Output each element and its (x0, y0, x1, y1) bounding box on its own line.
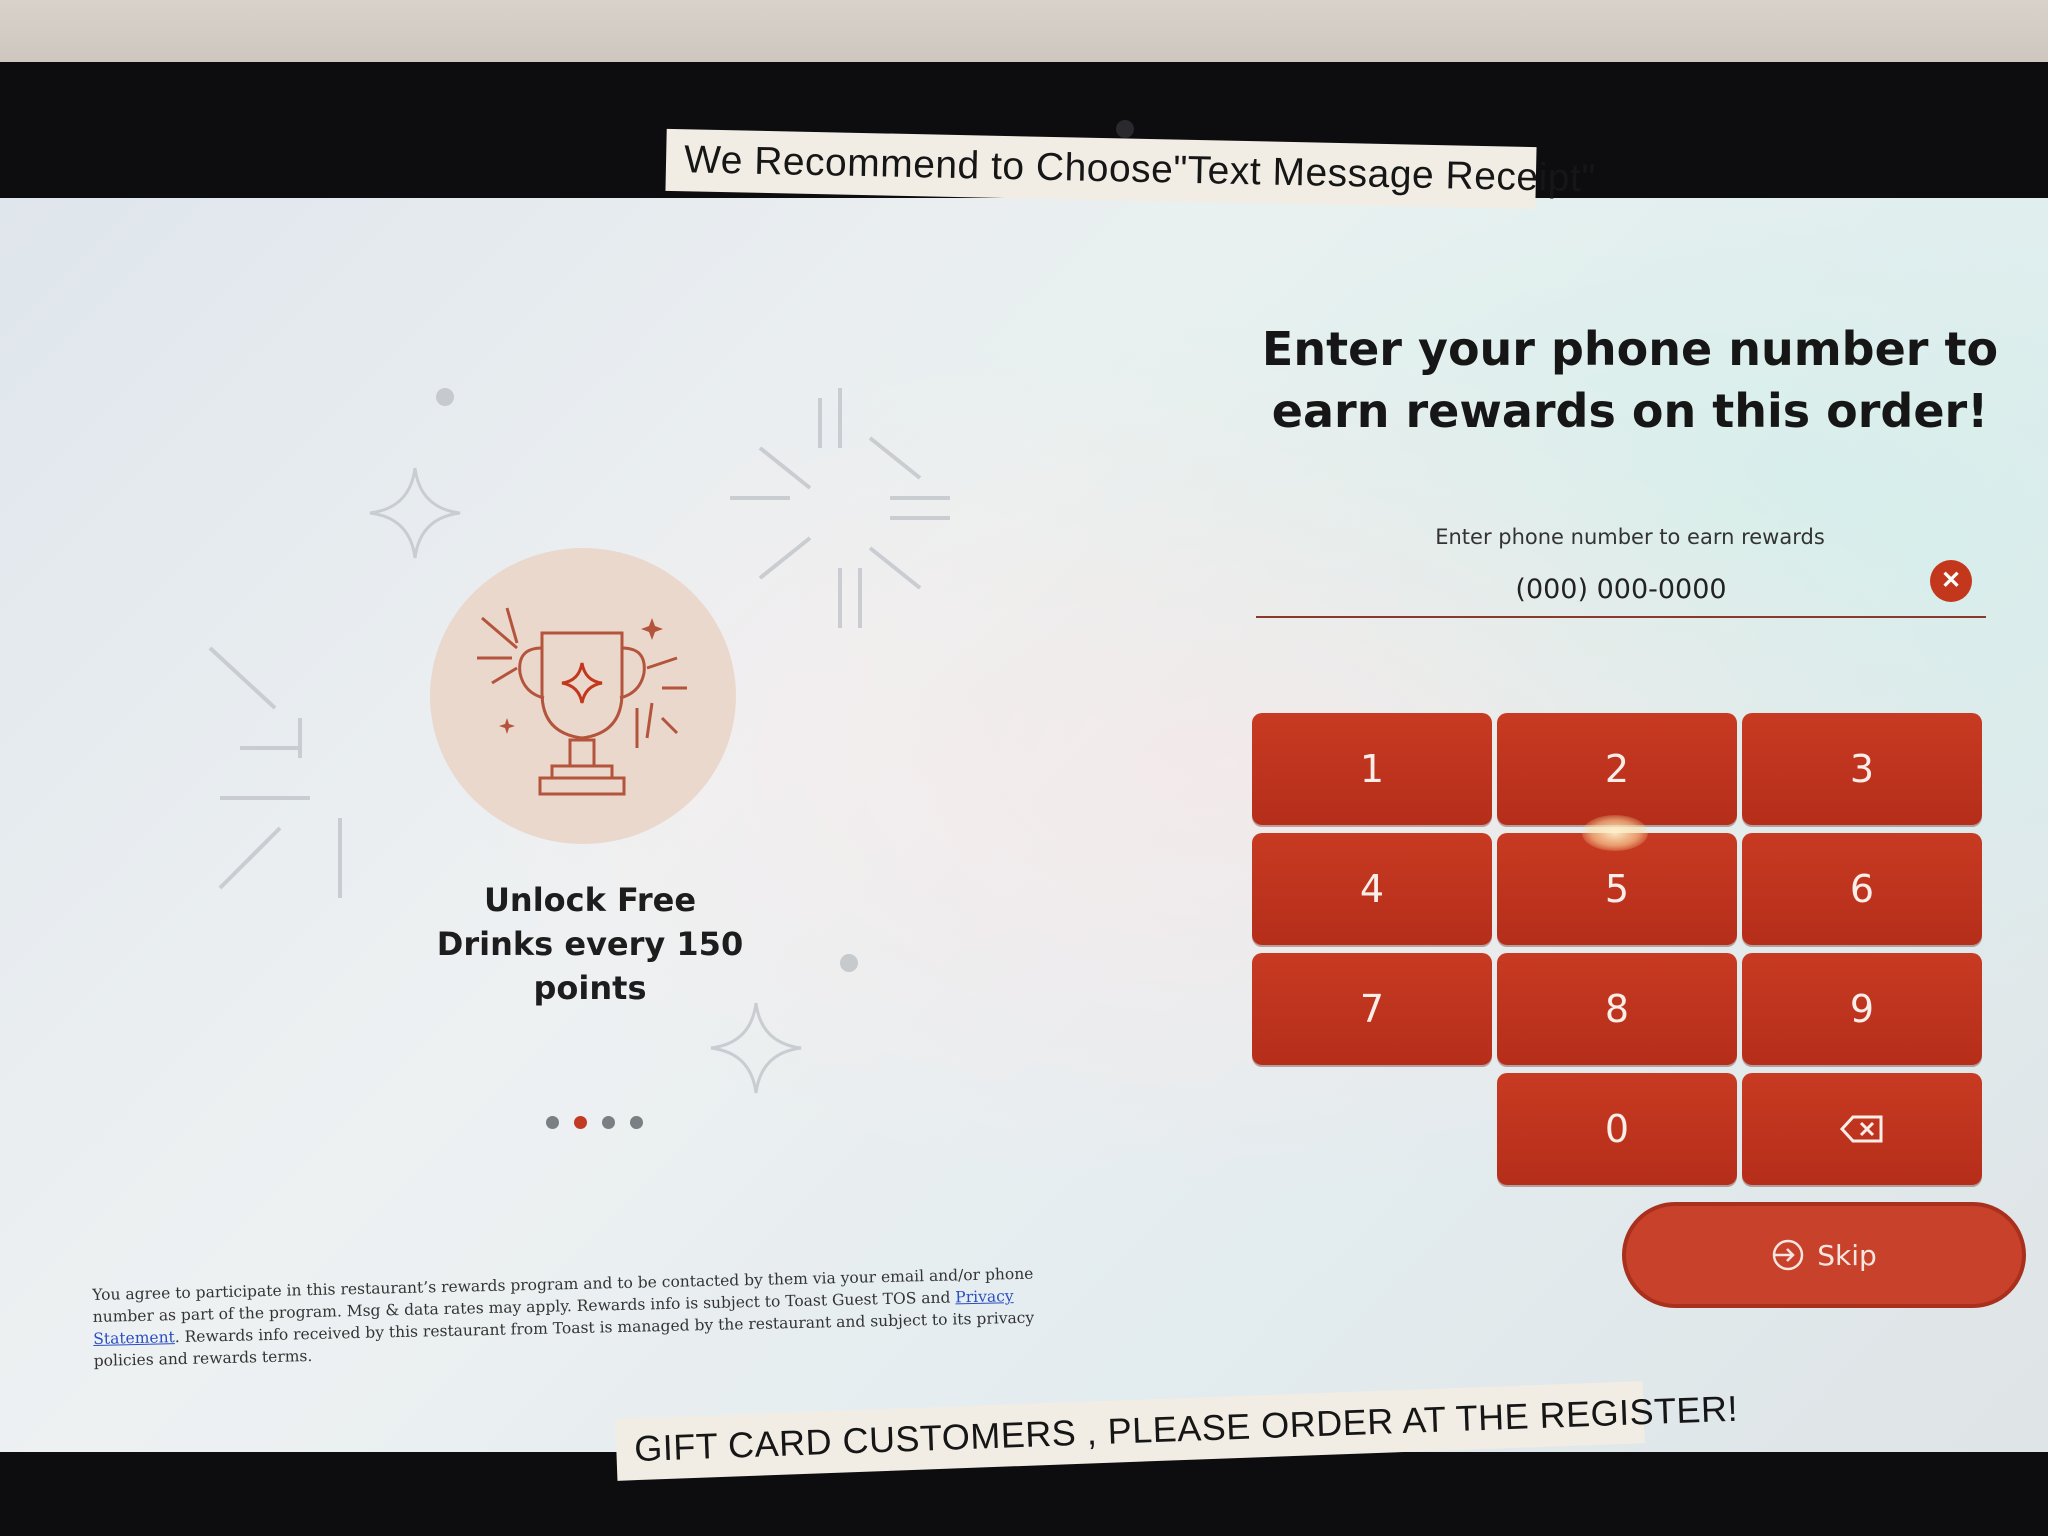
sparkle-decoration-icon (710, 1002, 802, 1094)
key-6[interactable]: 6 (1742, 833, 1982, 945)
phone-field-label: Enter phone number to earn rewards (1435, 525, 1825, 549)
burst-decoration-icon (208, 646, 342, 898)
sparkle-decoration-icon (369, 467, 461, 559)
decoration-dot (840, 954, 858, 972)
trophy-icon (477, 607, 687, 796)
carousel-dot[interactable] (602, 1116, 615, 1129)
kiosk-screen: Unlock Free Drinks every 150 points Ente… (0, 198, 2048, 1452)
key-3[interactable]: 3 (1742, 713, 1982, 825)
page-title: Enter your phone number to earn rewards … (1261, 322, 1999, 438)
sign-in-arrow-icon (1772, 1239, 1804, 1271)
key-8[interactable]: 8 (1497, 953, 1737, 1065)
skip-button[interactable]: Skip (1622, 1202, 2026, 1308)
backspace-button[interactable] (1742, 1073, 1982, 1185)
key-2[interactable]: 2 (1497, 713, 1737, 825)
key-7[interactable]: 7 (1252, 953, 1492, 1065)
backspace-icon (1839, 1115, 1883, 1143)
key-4[interactable]: 4 (1252, 833, 1492, 945)
phone-input[interactable] (1256, 562, 1986, 618)
carousel-indicator[interactable] (546, 1116, 643, 1129)
promo-text: Unlock Free Drinks every 150 points (436, 881, 744, 1007)
clear-input-button[interactable]: ✕ (1930, 560, 1972, 602)
skip-label: Skip (1817, 1238, 1877, 1272)
burst-decoration-icon (730, 388, 950, 628)
key-1[interactable]: 1 (1252, 713, 1492, 825)
key-0[interactable]: 0 (1497, 1073, 1737, 1185)
carousel-dot[interactable] (574, 1116, 587, 1129)
carousel-dot[interactable] (630, 1116, 643, 1129)
decoration-dot (436, 388, 454, 406)
numeric-keypad: 1 2 3 4 5 6 7 8 9 0 (1252, 713, 1982, 1193)
close-icon: ✕ (1940, 567, 1962, 594)
carousel-dot[interactable] (546, 1116, 559, 1129)
light-reflection (1582, 815, 1648, 851)
key-9[interactable]: 9 (1742, 953, 1982, 1065)
legal-disclaimer: You agree to participate in this restaur… (92, 1261, 1094, 1372)
camera-lens (1116, 120, 1134, 138)
